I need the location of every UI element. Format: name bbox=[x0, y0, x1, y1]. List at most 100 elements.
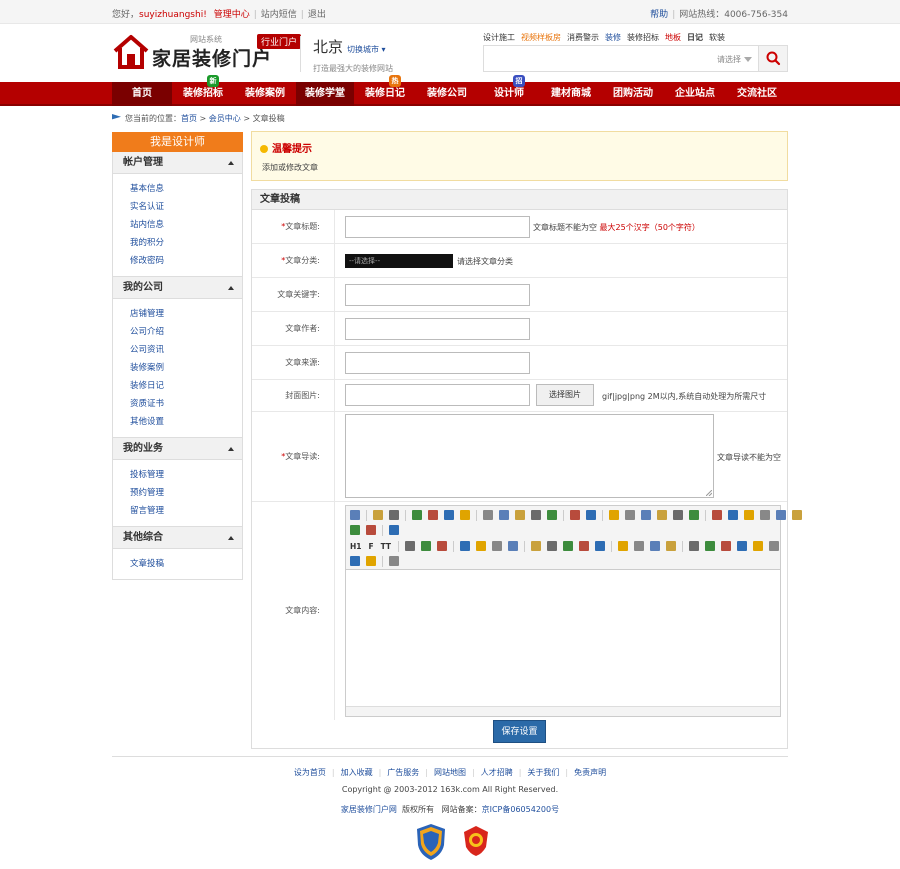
editor-tool-icon[interactable] bbox=[389, 525, 399, 535]
editor-tool-icon[interactable] bbox=[366, 556, 376, 566]
nav-item[interactable]: 首页 bbox=[112, 82, 172, 106]
editor-tool-icon[interactable] bbox=[570, 510, 580, 520]
editor-tool-icon[interactable] bbox=[460, 541, 471, 551]
sidebar-item[interactable]: 公司介绍 bbox=[130, 323, 242, 341]
editor-tool-icon[interactable] bbox=[728, 510, 738, 520]
author-input[interactable] bbox=[345, 318, 530, 340]
editor-tool-icon[interactable] bbox=[350, 556, 360, 566]
editor-tool-icon[interactable] bbox=[673, 510, 683, 520]
search-input[interactable] bbox=[484, 46, 704, 71]
editor-tool-icon[interactable] bbox=[515, 510, 525, 520]
editor-tool-icon[interactable] bbox=[476, 541, 487, 551]
editor-tool-icon[interactable] bbox=[760, 510, 770, 520]
help-link[interactable]: 帮助 bbox=[650, 10, 668, 20]
editor-tool-icon[interactable] bbox=[350, 510, 360, 520]
cover-input[interactable] bbox=[345, 384, 530, 406]
editor-tool-icon[interactable] bbox=[625, 510, 635, 520]
editor-tool-icon[interactable] bbox=[547, 510, 557, 520]
editor-tool-icon[interactable] bbox=[373, 510, 383, 520]
sidebar-item[interactable]: 公司资讯 bbox=[130, 341, 242, 359]
editor-tool-icon[interactable] bbox=[641, 510, 651, 520]
breadcrumb-home[interactable]: 首页 bbox=[181, 114, 197, 123]
quick-link[interactable]: 软装 bbox=[709, 33, 725, 42]
search-button[interactable] bbox=[758, 46, 787, 71]
admin-center-link[interactable]: 管理中心 bbox=[214, 10, 250, 20]
editor-tool-icon[interactable] bbox=[634, 541, 645, 551]
logout-link[interactable]: 退出 bbox=[308, 10, 326, 20]
editor-tool-icon[interactable] bbox=[531, 541, 542, 551]
editor-format-dropdown[interactable]: F bbox=[369, 542, 374, 551]
breadcrumb-member[interactable]: 会员中心 bbox=[209, 114, 241, 123]
sidebar-item[interactable]: 修改密码 bbox=[130, 252, 242, 270]
sidebar-item[interactable]: 预约管理 bbox=[130, 484, 242, 502]
sidebar-group-title[interactable]: 帐户管理 bbox=[113, 152, 242, 174]
editor-tool-icon[interactable] bbox=[776, 510, 786, 520]
nav-item[interactable]: 装修公司 bbox=[416, 82, 478, 106]
sidebar-item[interactable]: 装修日记 bbox=[130, 377, 242, 395]
nav-item[interactable]: 设计师招 bbox=[478, 75, 540, 106]
police-badge[interactable] bbox=[462, 825, 490, 857]
site-messages-link[interactable]: 站内短信 bbox=[261, 10, 297, 20]
editor-tool-icon[interactable] bbox=[563, 541, 574, 551]
keywords-input[interactable] bbox=[345, 284, 530, 306]
footer-link[interactable]: 广告服务 bbox=[387, 768, 419, 777]
editor-tool-icon[interactable] bbox=[650, 541, 661, 551]
nav-item[interactable]: 装修案例 bbox=[234, 82, 296, 106]
editor-tool-icon[interactable] bbox=[412, 510, 422, 520]
nav-item[interactable]: 企业站点 bbox=[664, 82, 726, 106]
editor-tool-icon[interactable] bbox=[389, 556, 399, 566]
editor-tool-icon[interactable] bbox=[753, 541, 764, 551]
editor-tool-icon[interactable] bbox=[492, 541, 503, 551]
sidebar-item[interactable]: 店铺管理 bbox=[130, 305, 242, 323]
editor-tool-icon[interactable] bbox=[428, 510, 438, 520]
icp-record-link[interactable]: 京ICP备06054200号 bbox=[482, 805, 560, 814]
quick-link[interactable]: 装修招标 bbox=[627, 33, 659, 42]
editor-tool-icon[interactable] bbox=[499, 510, 509, 520]
editor-tool-icon[interactable] bbox=[705, 541, 716, 551]
sidebar-item[interactable]: 其他设置 bbox=[130, 413, 242, 431]
editor-content-area[interactable] bbox=[346, 570, 780, 706]
editor-tool-icon[interactable] bbox=[737, 541, 748, 551]
editor-tool-icon[interactable] bbox=[389, 510, 399, 520]
sidebar-item[interactable]: 资质证书 bbox=[130, 395, 242, 413]
editor-tool-icon[interactable] bbox=[421, 541, 432, 551]
footer-link[interactable]: 设为首页 bbox=[294, 768, 326, 777]
sidebar-item[interactable]: 基本信息 bbox=[130, 180, 242, 198]
quick-link[interactable]: 日记 bbox=[687, 33, 703, 42]
editor-tool-icon[interactable] bbox=[437, 541, 448, 551]
footer-link[interactable]: 关于我们 bbox=[527, 768, 559, 777]
site-logo[interactable]: 家居装修门户 网站系统 行业门户 bbox=[112, 34, 302, 72]
editor-tool-icon[interactable] bbox=[595, 541, 606, 551]
security-shield-badge[interactable] bbox=[415, 823, 447, 861]
category-select[interactable]: --请选择-- bbox=[345, 254, 453, 268]
quick-link[interactable]: 地板 bbox=[665, 33, 681, 42]
editor-format-dropdown[interactable]: TT bbox=[381, 542, 391, 551]
editor-tool-icon[interactable] bbox=[547, 541, 558, 551]
sidebar-item[interactable]: 投标管理 bbox=[130, 466, 242, 484]
editor-tool-icon[interactable] bbox=[792, 510, 802, 520]
editor-tool-icon[interactable] bbox=[366, 525, 376, 535]
nav-item[interactable]: 交流社区 bbox=[726, 82, 788, 106]
footer-link[interactable]: 人才招聘 bbox=[481, 768, 513, 777]
footer-link[interactable]: 网站地图 bbox=[434, 768, 466, 777]
nav-item[interactable]: 团购活动 bbox=[602, 82, 664, 106]
quick-link[interactable]: 视频样板房 bbox=[521, 33, 561, 42]
sidebar-item[interactable]: 实名认证 bbox=[130, 198, 242, 216]
editor-tool-icon[interactable] bbox=[609, 510, 619, 520]
source-input[interactable] bbox=[345, 352, 530, 374]
editor-tool-icon[interactable] bbox=[712, 510, 722, 520]
nav-item[interactable]: 装修日记热 bbox=[354, 75, 416, 106]
save-button[interactable]: 保存设置 bbox=[493, 720, 546, 743]
editor-tool-icon[interactable] bbox=[666, 541, 677, 551]
editor-tool-icon[interactable] bbox=[618, 541, 629, 551]
editor-tool-icon[interactable] bbox=[405, 541, 416, 551]
editor-tool-icon[interactable] bbox=[508, 541, 519, 551]
footer-site-name[interactable]: 家居装修门户网 bbox=[341, 805, 397, 814]
intro-textarea[interactable] bbox=[345, 414, 714, 498]
editor-tool-icon[interactable] bbox=[483, 510, 493, 520]
editor-format-dropdown[interactable]: H1 bbox=[350, 542, 362, 551]
editor-tool-icon[interactable] bbox=[769, 541, 780, 551]
sidebar-group-title[interactable]: 我的业务 bbox=[113, 438, 242, 460]
editor-tool-icon[interactable] bbox=[689, 541, 700, 551]
sidebar-item[interactable]: 我的积分 bbox=[130, 234, 242, 252]
